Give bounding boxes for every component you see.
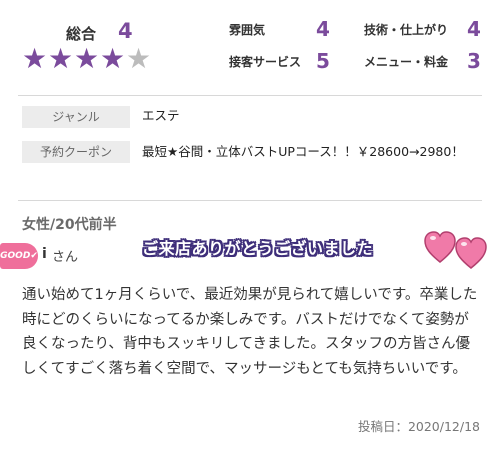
posted-date: 投稿日：2020/12/18 <box>357 419 480 434</box>
overall-score: 4 <box>118 19 133 43</box>
badge-label: GOOD <box>0 251 31 261</box>
star-rating: ★ ★ ★ ★ ★ <box>22 45 152 73</box>
info-value: エステ <box>142 108 180 123</box>
thanks-banner: ご来店ありがとうございました <box>142 239 374 258</box>
overall-label: 総合 <box>66 25 97 43</box>
reviewer-suffix: さん <box>52 250 79 265</box>
star-icon: ★ <box>100 42 126 75</box>
rating-label: メニュー・料金 <box>364 55 449 69</box>
heart-icon <box>424 231 487 269</box>
coupon-link[interactable]: 最短★谷間・立体バストUPコース！！￥28600→2980！ <box>142 141 482 163</box>
info-key: 予約クーポン <box>22 141 130 163</box>
info-key: ジャンル <box>22 106 130 128</box>
rating-atmosphere: 雰囲気 4 <box>229 17 330 41</box>
star-icon: ★ <box>74 42 100 75</box>
rating-value: 4 <box>316 17 330 41</box>
divider <box>18 95 482 96</box>
star-icon: ★ <box>48 42 74 75</box>
rating-value: 3 <box>467 49 481 73</box>
rating-service: 接客サービス 5 <box>229 49 330 73</box>
divider <box>18 200 482 201</box>
rating-value: 4 <box>467 17 481 41</box>
reviewer-type: 女性/20代前半 <box>22 217 117 233</box>
rating-value: 5 <box>316 49 330 73</box>
thumbs-up-icon: ✔ <box>30 251 38 261</box>
rating-menu-price: メニュー・料金 3 <box>364 49 481 73</box>
good-badge: GOOD✔ <box>0 243 38 269</box>
review-body: 通い始めて1ヶ月くらいで、最近効果が見られて嬉しいです。卒業した時にどのくらいに… <box>22 287 478 377</box>
star-icon: ★ <box>22 42 48 75</box>
rating-label: 技術・仕上がり <box>364 23 449 37</box>
reviewer-name: i <box>42 246 47 262</box>
rating-label: 接客サービス <box>229 55 302 69</box>
info-genre: ジャンル エステ <box>22 106 482 130</box>
info-coupon: 予約クーポン 最短★谷間・立体バストUPコース！！￥28600→2980！ <box>22 141 482 185</box>
star-empty-icon: ★ <box>126 42 152 75</box>
rating-technique: 技術・仕上がり 4 <box>364 17 481 41</box>
rating-label: 雰囲気 <box>229 23 266 37</box>
